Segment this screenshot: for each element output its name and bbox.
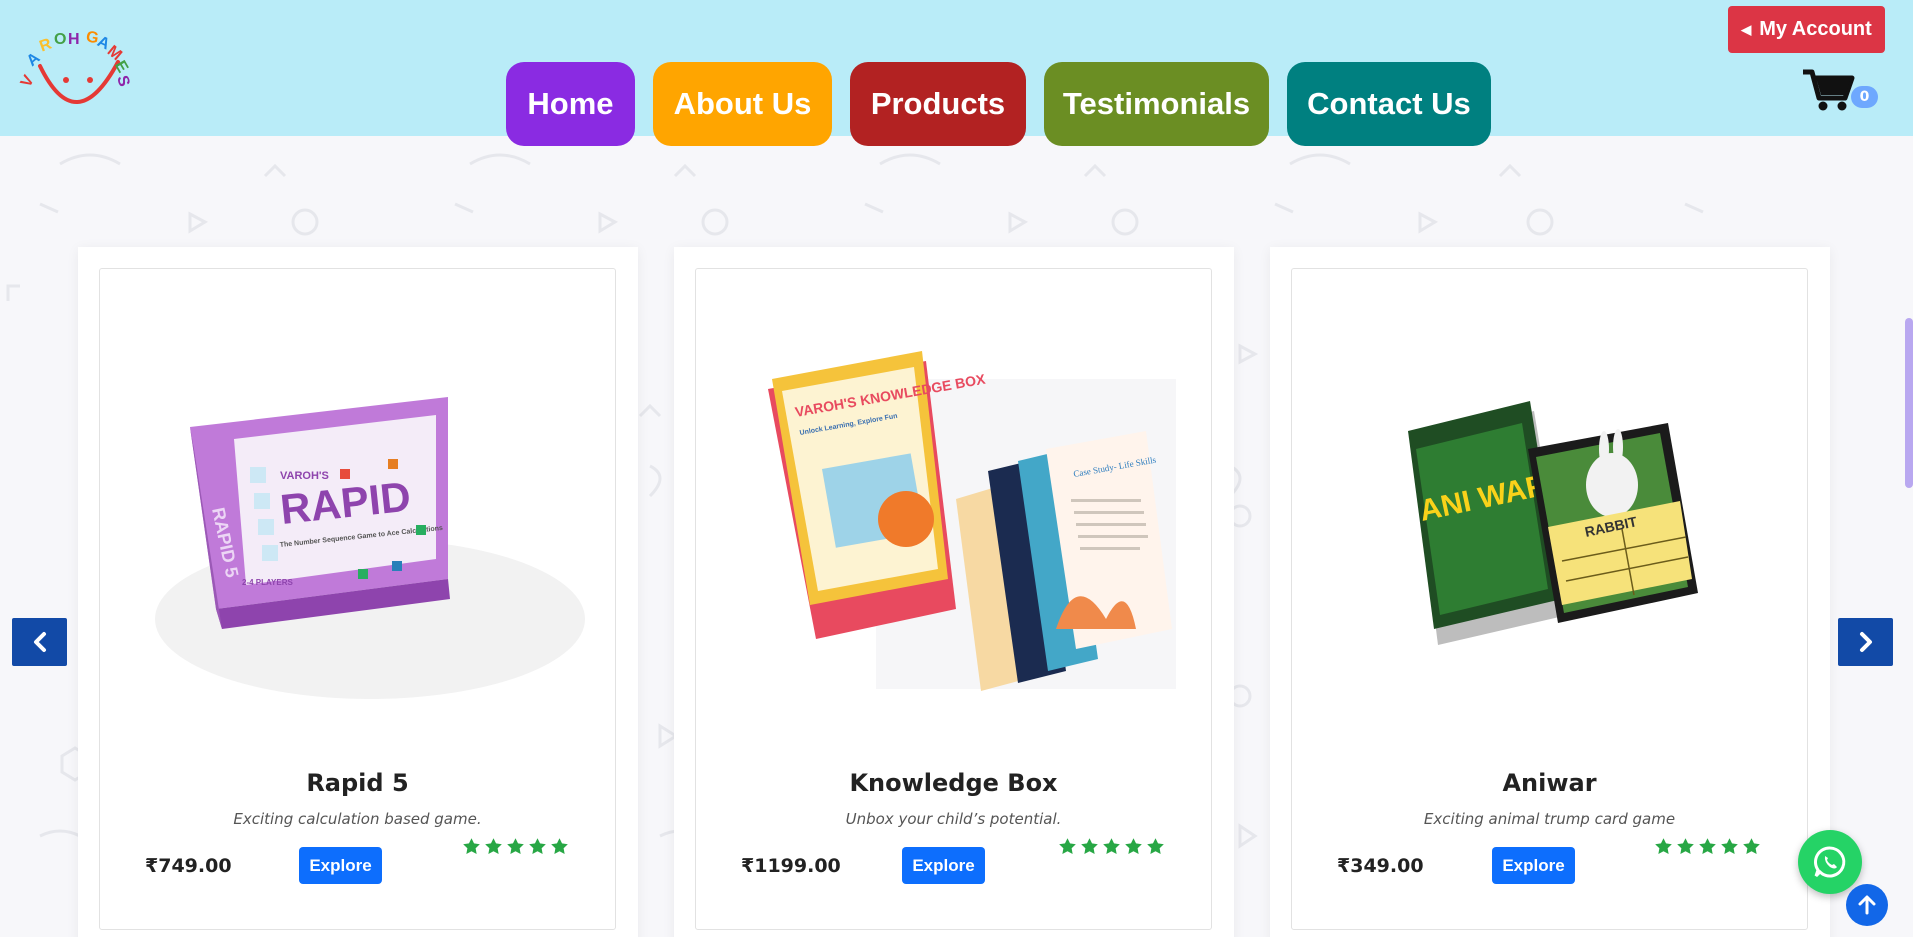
product-card-aniwar: ANI WAR RABBIT Aniwar Exciting animal tr… (1270, 247, 1830, 937)
explore-button[interactable]: Explore (902, 847, 985, 884)
star-icon (1081, 838, 1098, 854)
svg-text:V: V (18, 72, 38, 90)
explore-button[interactable]: Explore (1492, 847, 1575, 884)
product-price: ₹1199.00 (741, 855, 841, 877)
caret-left-icon: ◀ (1741, 21, 1752, 37)
product-name: Knowledge Box (849, 769, 1058, 797)
product-card-frame: VAROH'S KNOWLEDGE BOX Unlock Learning, E… (695, 268, 1212, 930)
product-price: ₹349.00 (1337, 855, 1424, 877)
brand-logo[interactable]: V A R O H G A M E S (18, 22, 136, 108)
rapid5-players-art: 2-4 PLAYERS (242, 578, 294, 587)
product-description: Unbox your child’s potential. (845, 810, 1062, 828)
nav-testimonials-button[interactable]: Testimonials (1044, 62, 1269, 146)
my-account-button[interactable]: ◀ My Account (1728, 6, 1885, 53)
my-account-label: My Account (1759, 18, 1872, 40)
arrow-up-icon (1858, 895, 1876, 915)
svg-text:S: S (113, 74, 132, 89)
star-icon (1125, 838, 1142, 854)
star-icon (1103, 838, 1120, 854)
svg-text:R: R (37, 35, 54, 55)
star-icon (529, 838, 546, 854)
star-icon (463, 838, 480, 854)
star-icon (1655, 838, 1672, 854)
product-price: ₹749.00 (145, 855, 232, 877)
svg-text:H: H (68, 31, 80, 48)
star-icon (507, 838, 524, 854)
chevron-left-icon (33, 632, 46, 652)
star-icon (1743, 838, 1760, 854)
whatsapp-icon (1814, 846, 1846, 878)
explore-button[interactable]: Explore (299, 847, 382, 884)
rating-stars (1654, 837, 1761, 856)
product-description: Exciting calculation based game. (233, 810, 482, 828)
header: V A R O H G A M E S Home About Us Produc… (0, 0, 1913, 146)
star-icon (1677, 838, 1694, 854)
product-card-knowledge-box: VAROH'S KNOWLEDGE BOX Unlock Learning, E… (674, 247, 1234, 937)
rating-stars (1058, 837, 1165, 856)
nav-about-button[interactable]: About Us (653, 62, 832, 146)
rating-stars (462, 837, 569, 856)
scroll-to-top-button[interactable] (1846, 884, 1888, 926)
aniwar-product-image[interactable]: ANI WAR RABBIT (1322, 299, 1779, 729)
product-description: Exciting animal trump card game (1423, 810, 1676, 828)
cart-count-badge: 0 (1851, 86, 1878, 108)
nav-products-button[interactable]: Products (850, 62, 1026, 146)
star-icon (485, 838, 502, 854)
star-icon (1721, 838, 1738, 854)
nav-contact-button[interactable]: Contact Us (1287, 62, 1491, 146)
star-icon (551, 838, 568, 854)
whatsapp-button[interactable] (1798, 830, 1862, 894)
rapid5-brand-art: VAROH'S (280, 470, 329, 482)
carousel-next-button[interactable] (1838, 618, 1893, 666)
product-name: Aniwar (1502, 769, 1597, 797)
knowledge-box-product-image[interactable]: VAROH'S KNOWLEDGE BOX Unlock Learning, E… (726, 299, 1183, 729)
product-card-frame: ANI WAR RABBIT Aniwar Exciting animal tr… (1291, 268, 1808, 930)
nav-home-button[interactable]: Home (506, 62, 635, 146)
rapid5-product-image[interactable]: VAROH'S RAPID The Number Sequence Game t… (130, 299, 587, 729)
star-icon (1147, 838, 1164, 854)
carousel-prev-button[interactable] (12, 618, 67, 666)
star-icon (1699, 838, 1716, 854)
chevron-right-icon (1859, 632, 1872, 652)
main-nav: Home About Us Products Testimonials Cont… (506, 62, 1491, 146)
product-card-rapid5: VAROH'S RAPID The Number Sequence Game t… (78, 247, 638, 937)
scroll-indicator[interactable] (1905, 318, 1913, 488)
product-name: Rapid 5 (306, 769, 409, 797)
svg-text:O: O (54, 31, 66, 48)
star-icon (1059, 838, 1076, 854)
product-card-frame: VAROH'S RAPID The Number Sequence Game t… (99, 268, 616, 930)
